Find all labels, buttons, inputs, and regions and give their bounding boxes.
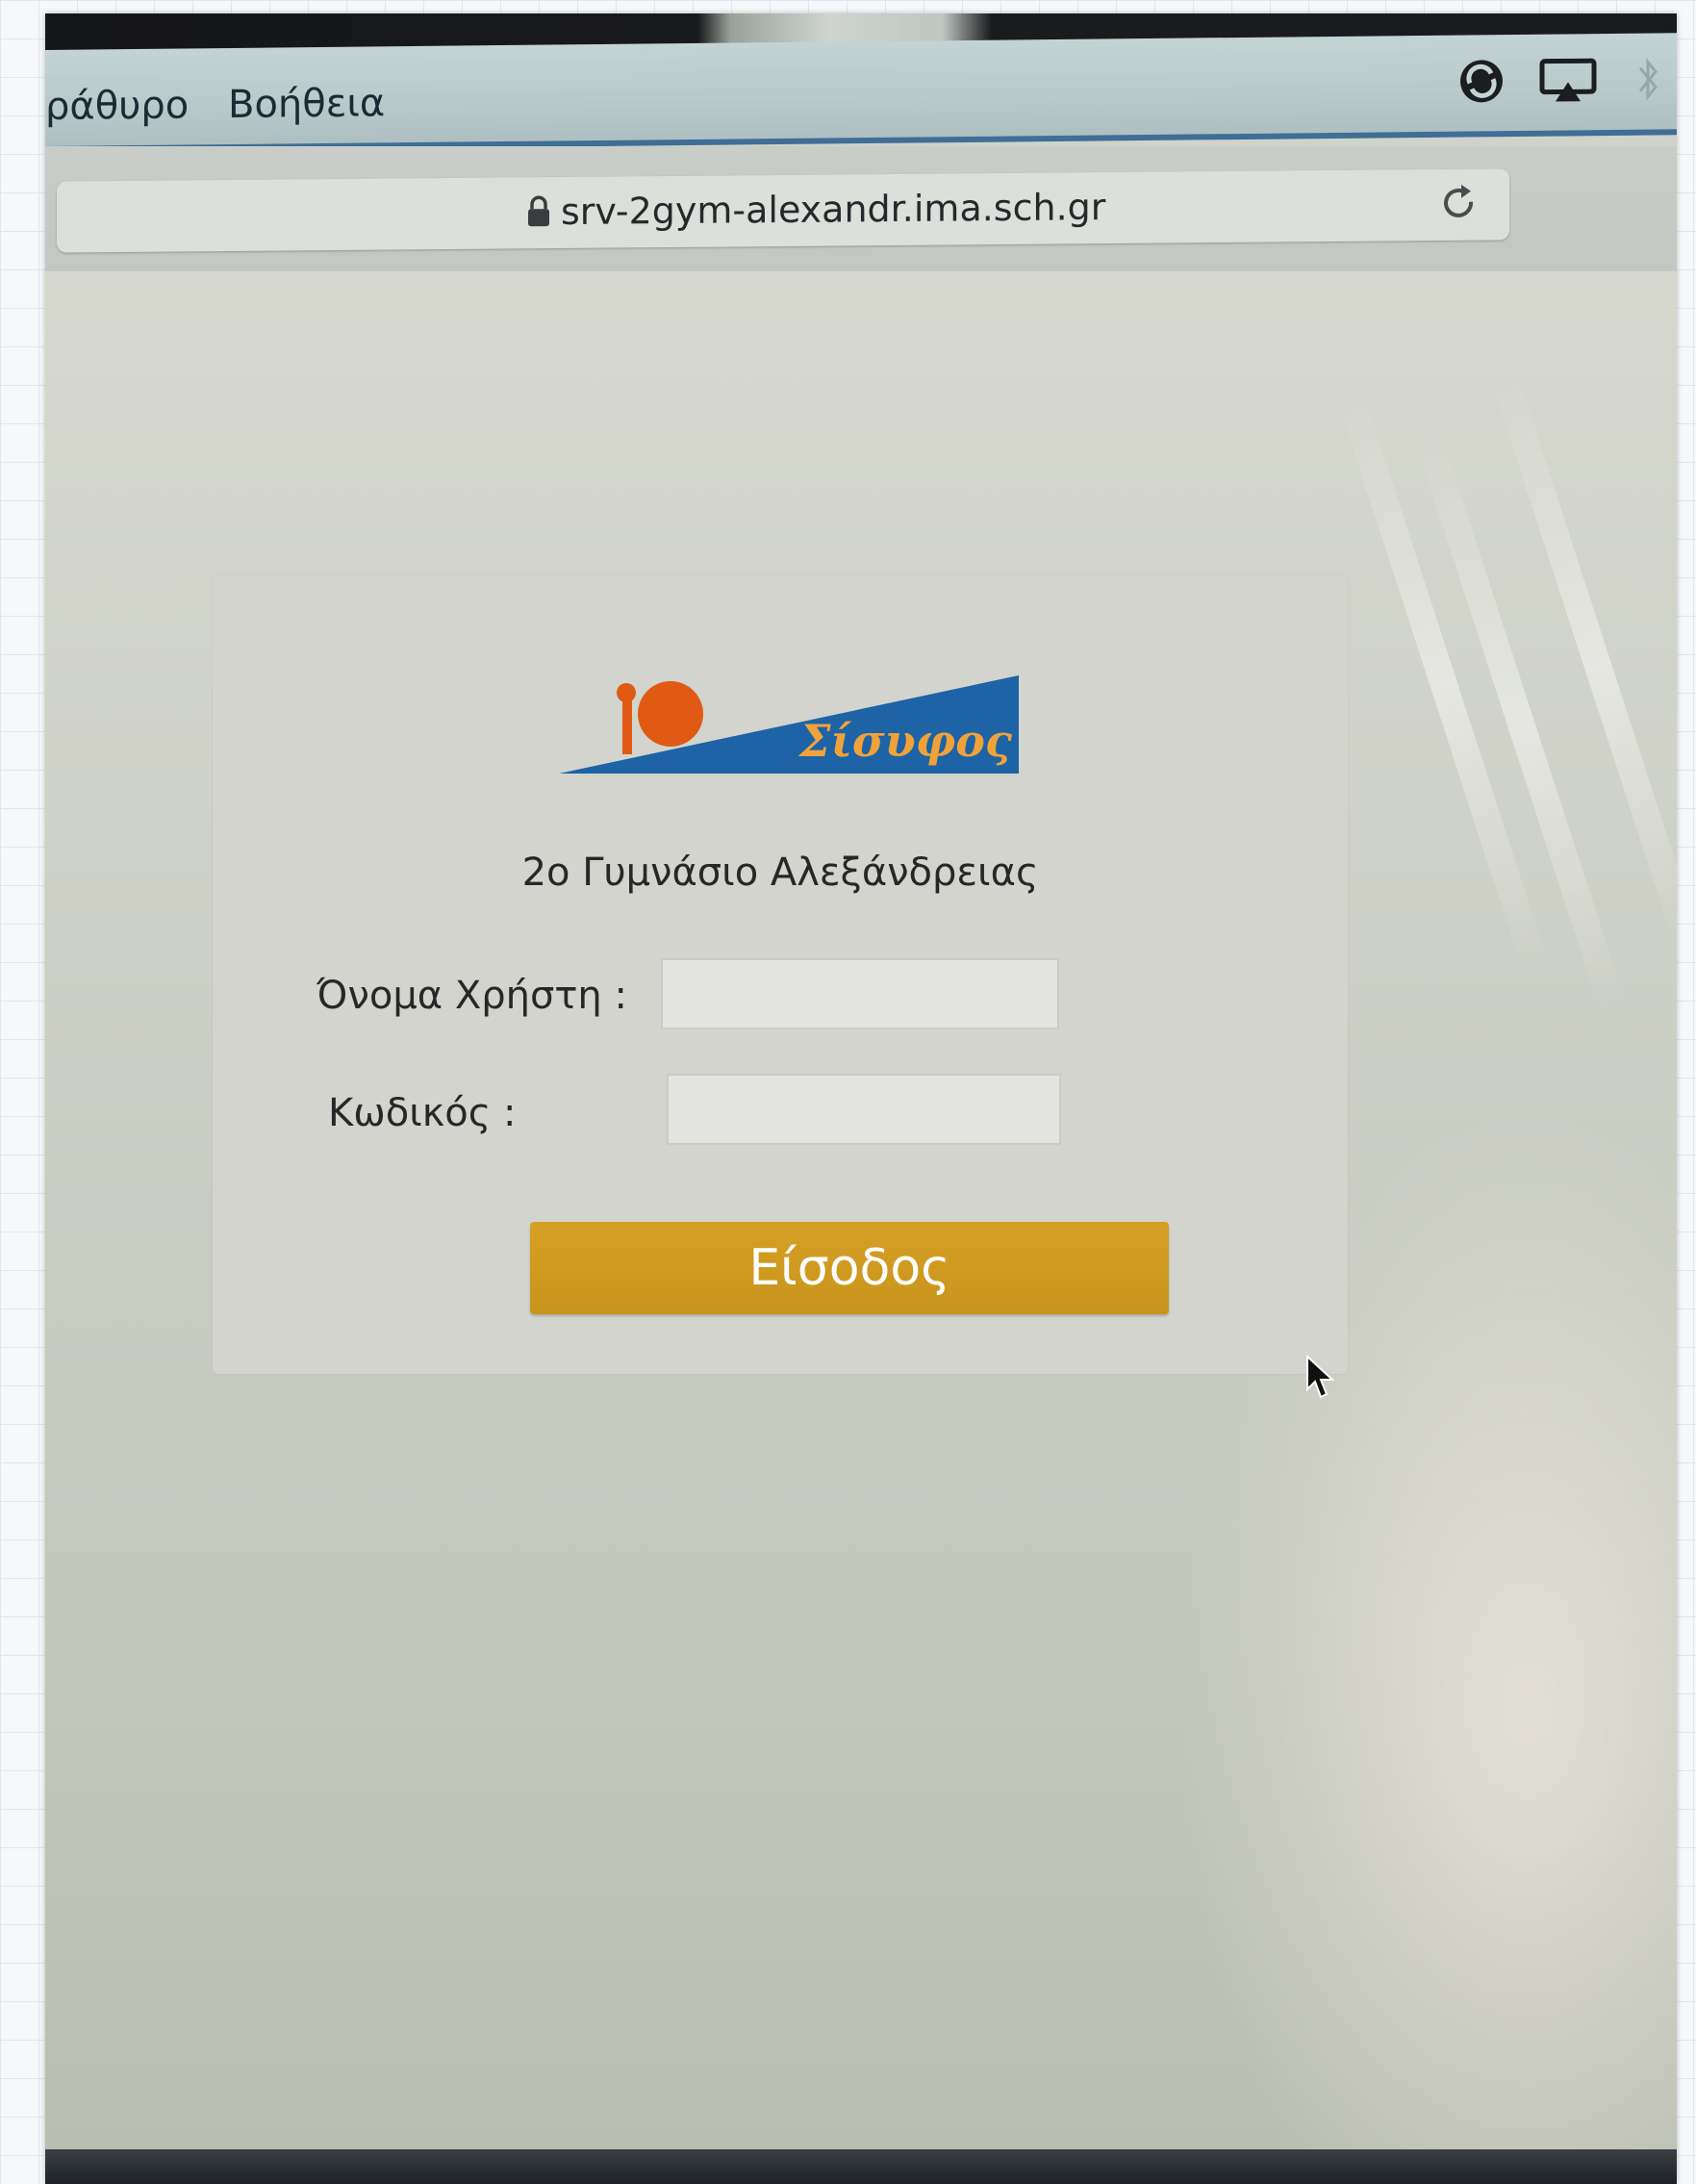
reload-icon[interactable] (1436, 181, 1482, 227)
login-card: Σίσυφος 2ο Γυμνάσιο Αλεξάνδρειας Όνομα Χ… (213, 575, 1348, 1374)
url-text: srv-2gym-alexandr.ima.sch.gr (561, 186, 1106, 234)
airplay-icon[interactable] (1536, 53, 1600, 108)
cursor-icon (1306, 1355, 1335, 1399)
bluetooth-icon[interactable] (1634, 52, 1663, 106)
photo-frame: ράθυρο Βοήθεια srv-2gym-alexandr.ima.sch… (45, 13, 1677, 2184)
menu-bar: ράθυρο Βοήθεια (45, 33, 1677, 153)
menu-item-help[interactable]: Βοήθεια (228, 81, 385, 127)
glare-streak (1492, 377, 1677, 954)
browser-toolbar: srv-2gym-alexandr.ima.sch.gr (45, 146, 1677, 273)
sisyfos-logo: Σίσυφος (559, 675, 1019, 774)
circular-sync-icon[interactable] (1455, 54, 1508, 109)
logo-text: Σίσυφος (797, 715, 1013, 767)
address-bar[interactable]: srv-2gym-alexandr.ima.sch.gr (57, 168, 1509, 253)
username-label: Όνομα Χρήστη : (316, 974, 627, 1018)
username-input[interactable] (661, 958, 1059, 1029)
menu-item-window[interactable]: ράθυρο (45, 83, 189, 129)
school-name: 2ο Γυμνάσιο Αλεξάνδρειας (521, 851, 1039, 895)
password-input[interactable] (667, 1074, 1061, 1145)
lock-icon (528, 195, 549, 227)
login-button[interactable]: Είσοδος (530, 1222, 1169, 1314)
web-page: Σίσυφος 2ο Γυμνάσιο Αλεξάνδρειας Όνομα Χ… (45, 271, 1677, 2163)
password-label: Κωδικός : (328, 1091, 517, 1135)
screen-bezel-bottom (45, 2149, 1677, 2184)
